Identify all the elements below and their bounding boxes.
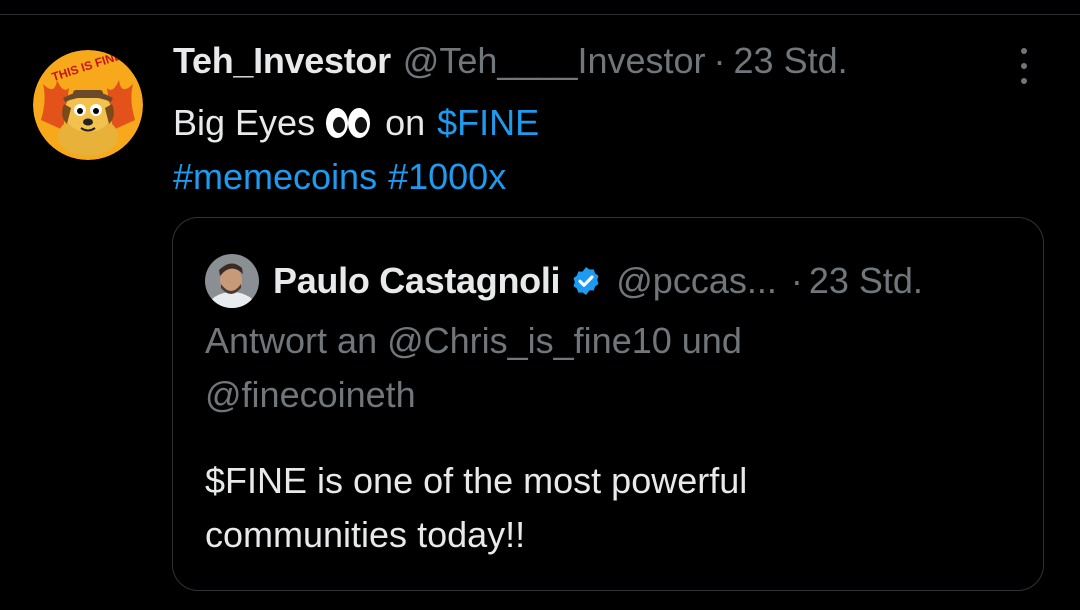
top-divider: [0, 14, 1080, 15]
quoted-separator-dot: ·: [790, 260, 803, 301]
reply-to-line-2: @finecoineth: [205, 374, 416, 415]
quoted-author-avatar: [205, 254, 259, 308]
author-name[interactable]: Teh_Investor: [173, 40, 391, 82]
cashtag-link[interactable]: $FINE: [437, 96, 539, 150]
quoted-timestamp: 23 Std.: [808, 260, 923, 301]
quoted-body-line-2: communities today!!: [205, 514, 526, 555]
quoted-author-handle: @pccas...: [616, 260, 777, 301]
hashtag-memecoins[interactable]: #memecoins: [173, 150, 377, 204]
this-is-fine-dog-logo: THIS IS FINE: [33, 50, 143, 160]
reply-to-text: Antwort an @Chris_is_fine10 und @finecoi…: [205, 314, 1005, 422]
tweet-timestamp[interactable]: 23 Std.: [734, 40, 848, 82]
quoted-tweet-card[interactable]: Paulo Castagnoli @pccas... · 23 Std. Ant…: [172, 217, 1044, 591]
more-vertical-icon[interactable]: [1014, 48, 1034, 84]
tweet-header: Teh_Investor @Teh____Investor · 23 Std.: [173, 40, 848, 90]
tweet-text-on: on: [385, 102, 426, 143]
eyes-emoji-icon: [325, 107, 371, 139]
hashtag-1000x[interactable]: #1000x: [388, 150, 506, 204]
author-handle[interactable]: @Teh____Investor: [403, 40, 706, 82]
author-avatar[interactable]: THIS IS FINE: [33, 50, 143, 160]
separator-dot: ·: [713, 40, 726, 81]
quoted-body-line-1: $FINE is one of the most powerful: [205, 460, 748, 501]
reply-to-line-1: Antwort an @Chris_is_fine10 und: [205, 320, 742, 361]
tweet-text: Big Eyes on $FINE #memecoins #1000x: [173, 96, 993, 204]
quoted-tweet-body: $FINE is one of the most powerful commun…: [205, 454, 1005, 562]
verified-badge-icon: [570, 265, 602, 297]
quoted-tweet-header: Paulo Castagnoli @pccas... · 23 Std.: [205, 254, 923, 308]
tweet-text-start: Big Eyes: [173, 102, 316, 143]
quoted-author-name: Paulo Castagnoli: [273, 260, 561, 301]
